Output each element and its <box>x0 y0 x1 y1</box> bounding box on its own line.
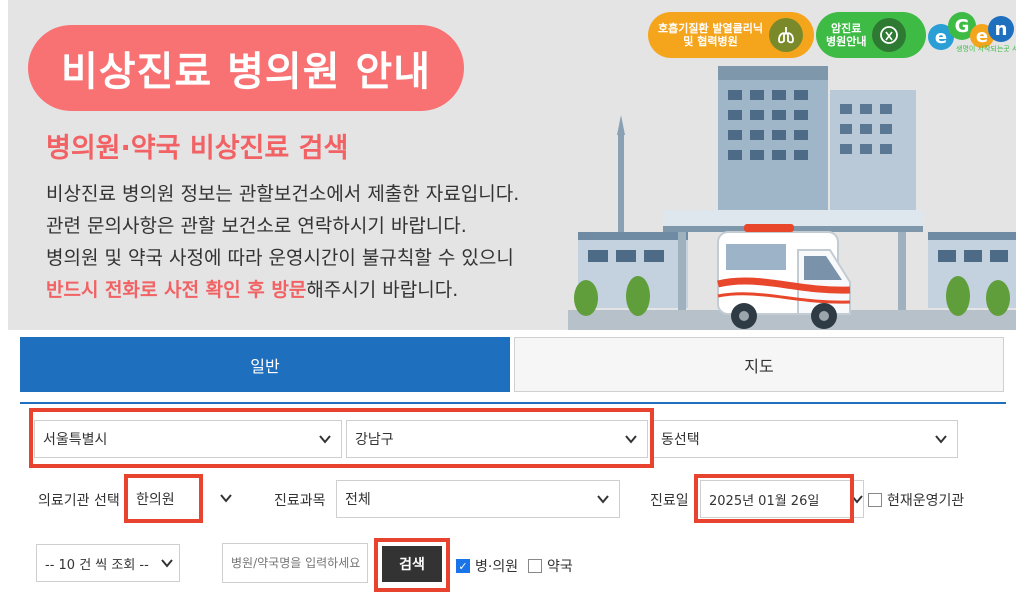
cancer-hospital-line1: 암진료 <box>831 22 862 35</box>
date-select-value: 2025년 01월 26일 <box>709 493 820 509</box>
chevron-down-icon <box>625 435 637 444</box>
checkbox-icon <box>528 559 542 573</box>
fever-clinic-link[interactable]: 호흡기질환 발열클리닉 및 협력병원 <box>648 12 814 58</box>
tab-map[interactable]: 지도 <box>514 337 1004 392</box>
desc-line-4: 반드시 전화로 사전 확인 후 방문해주시기 바랍니다. <box>46 274 519 306</box>
institution-label: 의료기관 선택 <box>38 493 120 509</box>
institution-select-value: 한의원 <box>136 492 175 508</box>
chevron-down-icon <box>935 435 947 444</box>
filter-pharmacy-checkbox[interactable]: 약국 <box>528 556 573 576</box>
date-select[interactable]: 2025년 01월 26일 <box>700 480 864 518</box>
desc-line-2: 관련 문의사항은 관할 보건소로 연락하시기 바랍니다. <box>46 215 467 237</box>
tab-general[interactable]: 일반 <box>20 337 510 392</box>
hospital-illustration <box>568 60 1016 330</box>
chevron-down-icon <box>220 494 232 503</box>
district-select-value: 강남구 <box>355 432 394 448</box>
tab-divider <box>20 402 1006 404</box>
filter-hospital-checkbox[interactable]: ✓ 병·의원 <box>456 556 518 576</box>
page-size-value: -- 10 건 씩 조회 -- <box>45 557 149 573</box>
logo-letter-n: n <box>988 16 1014 42</box>
dong-select[interactable]: 동선택 <box>652 420 958 458</box>
operating-now-checkbox[interactable]: 현재운영기관 <box>868 490 964 510</box>
banner-description: 비상진료 병의원 정보는 관할보건소에서 제출한 자료입니다. 관련 문의사항은… <box>46 178 519 306</box>
desc-line-1: 비상진료 병의원 정보는 관할보건소에서 제출한 자료입니다. <box>46 183 520 205</box>
filter-pharmacy-label: 약국 <box>547 559 573 575</box>
fever-clinic-line1: 호흡기질환 발열클리닉 <box>658 22 764 35</box>
chevron-down-icon <box>161 559 173 568</box>
department-label: 진료과목 <box>274 493 326 509</box>
egen-logo[interactable]: e G e n 생명이 시작되는곳 서울 <box>928 10 1016 58</box>
search-input[interactable] <box>222 543 368 583</box>
department-select-value: 전체 <box>345 492 371 508</box>
department-select[interactable]: 전체 <box>336 480 620 518</box>
hero-banner: 비상진료 병의원 안내 병의원·약국 비상진료 검색 비상진료 병의원 정보는 … <box>8 0 1016 330</box>
chevron-down-icon <box>319 435 331 444</box>
date-label: 진료일 <box>650 493 689 509</box>
operating-now-label: 현재운영기관 <box>887 493 965 509</box>
cancer-hospital-link[interactable]: 암진료 병원안내 <box>816 12 926 58</box>
institution-select[interactable]: 한의원 <box>128 480 242 518</box>
ribbon-icon <box>872 18 907 52</box>
desc-line-3: 병의원 및 약국 사정에 따라 운영시간이 불규칙할 수 있으니 <box>46 247 514 269</box>
cancer-hospital-line2: 병원안내 <box>826 35 867 48</box>
district-select[interactable]: 강남구 <box>346 420 648 458</box>
filter-hospital-label: 병·의원 <box>475 559 519 575</box>
chevron-down-icon <box>597 495 609 504</box>
city-select-value: 서울특별시 <box>43 432 108 448</box>
search-button[interactable]: 검색 <box>382 546 442 582</box>
checkbox-icon <box>868 493 882 507</box>
banner-subtitle: 병의원·약국 비상진료 검색 <box>46 133 349 164</box>
page-size-select[interactable]: -- 10 건 씩 조회 -- <box>36 544 180 582</box>
desc-line-4-rest: 해주시기 바랍니다. <box>306 279 459 301</box>
desc-highlight: 반드시 전화로 사전 확인 후 방문 <box>46 279 307 301</box>
checkbox-checked-icon: ✓ <box>456 559 470 573</box>
logo-tagline: 생명이 시작되는곳 서울 <box>956 45 1016 53</box>
dong-select-value: 동선택 <box>661 432 700 448</box>
chevron-down-icon <box>851 495 863 504</box>
fever-clinic-line2: 및 협력병원 <box>683 35 738 48</box>
lungs-icon <box>769 18 804 52</box>
city-select[interactable]: 서울특별시 <box>34 420 342 458</box>
page-title: 비상진료 병의원 안내 <box>28 25 464 111</box>
